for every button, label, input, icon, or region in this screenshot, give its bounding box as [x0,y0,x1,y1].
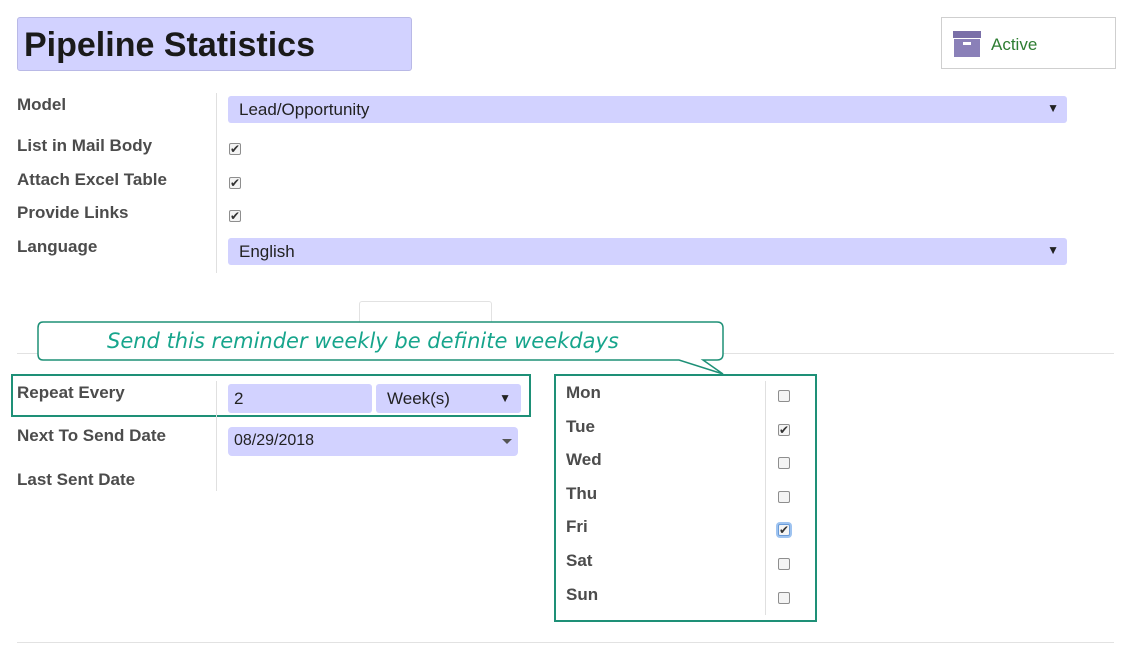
attach-excel-label: Attach Excel Table [17,170,167,189]
provide-links-label: Provide Links [17,203,129,222]
model-value: Lead/Opportunity [239,100,370,119]
model-select[interactable]: Lead/Opportunity ▼ [228,96,1067,123]
repeat-interval-value: 2 [234,389,244,408]
weekday-label-wed: Wed [566,450,602,470]
active-label: Active [991,35,1038,54]
weekday-checkbox-wed[interactable] [778,457,790,470]
weekday-checkbox-tue[interactable] [778,422,790,438]
weekdays-divider [765,381,766,615]
weekday-label-mon: Mon [566,383,601,402]
callout-text: Send this reminder weekly be definite we… [107,329,619,353]
record-title-field[interactable]: Pipeline Statistics [17,17,412,71]
weekday-label-fri: Fri [566,517,588,537]
bottom-divider [17,642,1114,643]
model-label: Model [17,95,67,114]
chevron-down-icon [502,439,512,444]
language-value: English [239,242,295,261]
weekday-checkbox-fri[interactable] [778,522,790,538]
weekday-checkbox-sun[interactable] [778,591,790,604]
language-select[interactable]: English ▼ [228,238,1067,265]
weekday-label-tue: Tue [566,416,595,436]
language-label: Language [17,237,98,256]
dropdown-arrow-icon: ▼ [1047,243,1059,257]
list-in-mail-body-label: List in Mail Body [17,136,153,155]
dropdown-arrow-icon: ▼ [499,391,511,405]
callout-text-wrap: Send this reminder weekly be definite we… [38,322,723,373]
dropdown-arrow-icon: ▼ [1047,101,1059,115]
last-sent-date-label: Last Sent Date [17,470,136,489]
weekday-label-sun: Sun [566,584,599,604]
active-toggle-button[interactable]: Active [941,17,1116,69]
list-in-mail-body-checkbox[interactable] [229,141,241,157]
schedule-divider [216,381,217,491]
repeat-every-label: Repeat Every [17,383,125,402]
next-send-date-value: 08/29/2018 [234,432,315,449]
column-divider [216,93,217,273]
weekday-label-sat: Sat [566,551,593,570]
repeat-unit-select[interactable]: Week(s) ▼ [376,384,521,413]
next-send-date-input[interactable]: 08/29/2018 [228,427,518,456]
attach-excel-checkbox[interactable] [229,175,241,191]
weekday-label-thu: Thu [566,483,598,503]
provide-links-checkbox[interactable] [229,208,241,224]
repeat-interval-input[interactable]: 2 [228,384,372,413]
weekday-checkbox-mon[interactable] [778,390,790,402]
repeat-unit-value: Week(s) [387,389,450,408]
weekday-checkbox-sat[interactable] [778,558,790,570]
weekday-checkbox-thu[interactable] [778,490,790,503]
archive-icon [953,31,981,57]
next-send-date-label: Next To Send Date [17,426,166,445]
page-title: Pipeline Statistics [24,26,315,64]
